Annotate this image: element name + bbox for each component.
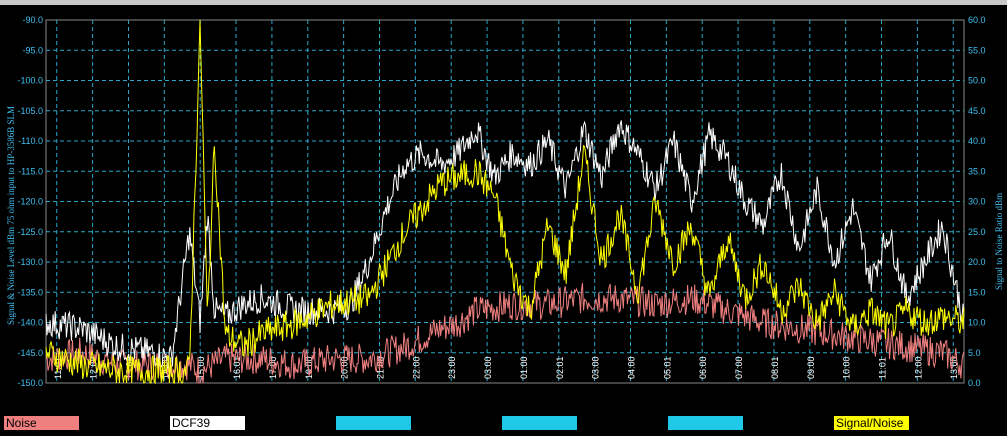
x-tick-label: 09:00 <box>806 356 816 379</box>
legend-swatch: Noise <box>4 416 79 430</box>
legend-swatch <box>668 416 743 430</box>
left-tick-label: -110.0 <box>18 136 43 146</box>
x-tick-label: 22:00 <box>411 356 421 379</box>
right-tick-label: 30.0 <box>968 197 986 207</box>
x-tick-label: 02:01 <box>555 356 565 379</box>
right-tick-label: 0.0 <box>968 378 981 388</box>
left-tick-label: -125.0 <box>17 227 43 237</box>
right-axis-label: Signal to Noise Ratio dBm <box>994 193 1004 290</box>
left-tick-label: -100.0 <box>17 76 43 86</box>
x-tick-label: 06:00 <box>698 356 708 379</box>
right-tick-label: 10.0 <box>968 318 986 328</box>
legend-swatch: DCF39 <box>170 416 245 430</box>
right-tick-label: 15.0 <box>968 287 986 297</box>
x-tick-label: 07:00 <box>734 356 744 379</box>
right-tick-label: 45.0 <box>968 106 986 116</box>
right-tick-label: 20.0 <box>968 257 986 267</box>
legend-swatch <box>502 416 577 430</box>
legend: Noise DCF39 Signal/Noise <box>0 405 1007 436</box>
legend-swatch <box>336 416 411 430</box>
right-axis-ticks: 60.0 55.0 50.0 45.0 40.0 35.0 30.0 25.0 20.0 15.0… <box>968 15 986 388</box>
x-tick-label: 23:00 <box>447 356 457 379</box>
legend-swatch: Signal/Noise <box>834 416 909 430</box>
x-tick-label: 16:01 <box>232 356 242 379</box>
left-tick-label: -135.0 <box>17 287 43 297</box>
x-tick-label: 01:00 <box>519 356 529 379</box>
left-tick-label: -120.0 <box>17 197 43 207</box>
x-tick-label: 12:00 <box>913 356 923 379</box>
left-tick-label: -105.0 <box>17 106 43 116</box>
left-tick-label: -130.0 <box>17 257 43 267</box>
left-tick-label: -150.0 <box>17 378 43 388</box>
x-tick-label: 03:00 <box>591 356 601 379</box>
x-tick-label: 08:01 <box>770 356 780 379</box>
right-tick-label: 50.0 <box>968 76 986 86</box>
right-tick-label: 5.0 <box>968 348 981 358</box>
right-tick-label: 55.0 <box>968 45 986 55</box>
left-tick-label: -90.0 <box>22 15 43 25</box>
x-tick-label: 04:00 <box>627 356 637 379</box>
right-tick-label: 40.0 <box>968 136 986 146</box>
x-tick-label: 11:01 <box>878 357 888 379</box>
x-tick-label: 10:00 <box>842 356 852 379</box>
right-tick-label: 25.0 <box>968 227 986 237</box>
x-tick-label: 05:01 <box>662 356 672 379</box>
left-tick-label: -115.0 <box>18 166 43 176</box>
left-axis-ticks: -90.0 -95.0 -100.0 -105.0 -110.0 -115.0 -120.0… <box>17 15 43 388</box>
left-tick-label: -95.0 <box>22 45 43 55</box>
left-tick-label: -145.0 <box>17 348 43 358</box>
right-tick-label: 60.0 <box>968 15 986 25</box>
left-axis-label: Signal & Noise Level dBm 75 ohm input to… <box>6 106 16 325</box>
x-tick-label: 03:00 <box>483 356 493 379</box>
left-tick-label: -140.0 <box>17 318 43 328</box>
right-tick-label: 35.0 <box>968 166 986 176</box>
signal-noise-chart: -90.0 -95.0 -100.0 -105.0 -110.0 -115.0 -120.0… <box>6 15 1004 388</box>
